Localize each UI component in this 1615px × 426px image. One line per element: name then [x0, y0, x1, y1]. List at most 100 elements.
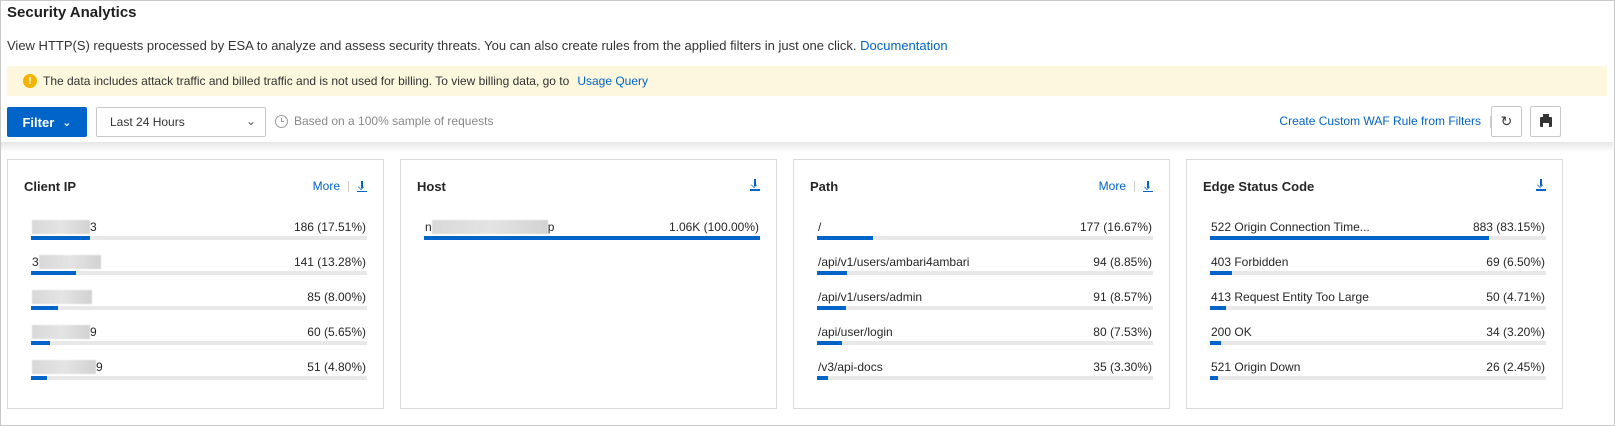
notice-text: The data includes attack traffic and bil… [43, 74, 570, 88]
item-value: 177 (16.67%) [1079, 220, 1152, 234]
card-title: Path [810, 179, 839, 194]
redacted-block [32, 325, 90, 339]
list-item[interactable]: n p 1.06K (100.00%) [424, 220, 760, 240]
label-suffix: 9 [96, 360, 103, 374]
list-item[interactable]: 413 Request Entity Too Large 50 (4.71%) [1210, 290, 1546, 310]
redacted-block [32, 220, 90, 234]
card-actions [1536, 179, 1546, 191]
progress-fill [817, 271, 847, 275]
item-value: 141 (13.28%) [293, 255, 366, 269]
card-path: Path More / 177 (16.67%) /api/v1/users/ambar… [793, 159, 1170, 409]
sample-note: Based on a 100% sample of requests [275, 114, 493, 128]
masked-label: np [425, 220, 554, 234]
card-edge-status-code: Edge Status Code 522 Origin Connection Ti… [1186, 159, 1563, 409]
filter-button[interactable]: Filter ⌄ [7, 107, 87, 137]
progress-fill [1210, 236, 1490, 240]
item-value: 60 (5.65%) [307, 325, 366, 339]
description-text: View HTTP(S) requests processed by ESA t… [7, 38, 857, 53]
create-waf-rule-link[interactable]: Create Custom WAF Rule from Filters [1279, 114, 1481, 128]
card-client-ip: Client IP More 3 186 (17.51%) 3 141 (13.28%) 8… [7, 159, 384, 409]
notice-banner: ! The data includes attack traffic and b… [7, 66, 1607, 96]
item-value: 35 (3.30%) [1093, 360, 1152, 374]
progress-track [31, 236, 367, 240]
progress-track [817, 236, 1153, 240]
progress-fill [817, 376, 829, 380]
list-item[interactable]: 9 60 (5.65%) [31, 325, 367, 345]
item-value: 50 (4.71%) [1486, 290, 1545, 304]
progress-fill [31, 236, 90, 240]
progress-fill [31, 306, 58, 310]
page-description: View HTTP(S) requests processed by ESA t… [7, 38, 948, 53]
list-item[interactable]: /api/v1/users/ambari4ambari 94 (8.85%) [817, 255, 1153, 275]
list-item[interactable]: 521 Origin Down 26 (2.45%) [1210, 360, 1546, 380]
masked-label [32, 290, 92, 304]
clock-icon [275, 114, 288, 128]
toolbar: Filter ⌄ Last 24 Hours ⌄ Based on a 100%… [7, 106, 1607, 140]
item-value: 1.06K (100.00%) [668, 220, 759, 234]
progress-fill [1210, 306, 1226, 310]
printer-icon [1539, 113, 1552, 127]
page-title: Security Analytics [7, 4, 137, 21]
item-value: 186 (17.51%) [293, 220, 366, 234]
list-item[interactable]: 85 (8.00%) [31, 290, 367, 310]
list-item[interactable]: 403 Forbidden 69 (6.50%) [1210, 255, 1546, 275]
redacted-block [431, 220, 548, 234]
download-icon[interactable] [1536, 179, 1546, 191]
card-title: Edge Status Code [1203, 179, 1315, 194]
item-value: 34 (3.20%) [1486, 325, 1545, 339]
divider [348, 180, 349, 192]
item-value: 883 (83.15%) [1472, 220, 1545, 234]
item-value: 51 (4.80%) [307, 360, 366, 374]
item-label: /v3/api-docs [818, 360, 883, 374]
more-link[interactable]: More [1099, 179, 1126, 193]
progress-track [817, 341, 1153, 345]
progress-track [1210, 271, 1546, 275]
more-link[interactable]: More [313, 179, 340, 193]
sample-note-text: Based on a 100% sample of requests [294, 114, 494, 128]
divider [1134, 180, 1135, 192]
label-suffix: 3 [90, 220, 97, 234]
progress-fill [817, 306, 846, 310]
list-item[interactable]: 522 Origin Connection Time... 883 (83.15%… [1210, 220, 1546, 240]
download-icon[interactable] [1143, 180, 1153, 192]
progress-fill [424, 236, 760, 240]
list-item[interactable]: /api/v1/users/admin 91 (8.57%) [817, 290, 1153, 310]
masked-label: 9 [32, 360, 103, 374]
redacted-block [32, 290, 92, 304]
list-item[interactable]: 200 OK 34 (3.20%) [1210, 325, 1546, 345]
usage-query-link[interactable]: Usage Query [577, 74, 648, 88]
documentation-link[interactable]: Documentation [860, 38, 947, 53]
item-label: 521 Origin Down [1211, 360, 1301, 374]
item-value: 80 (7.53%) [1093, 325, 1152, 339]
list-item[interactable]: 3 186 (17.51%) [31, 220, 367, 240]
list-item[interactable]: 9 51 (4.80%) [31, 360, 367, 380]
label-prefix: n [425, 220, 432, 234]
list-item[interactable]: 3 141 (13.28%) [31, 255, 367, 275]
label-suffix: 9 [90, 325, 97, 339]
masked-label: 3 [32, 220, 97, 234]
item-label: 413 Request Entity Too Large [1211, 290, 1369, 304]
masked-label: 3 [32, 255, 101, 269]
card-title: Client IP [24, 179, 77, 194]
progress-track [1210, 376, 1546, 380]
list-item[interactable]: / 177 (16.67%) [817, 220, 1153, 240]
progress-fill [1210, 271, 1232, 275]
download-icon[interactable] [750, 179, 760, 191]
progress-track [817, 376, 1153, 380]
progress-track [817, 271, 1153, 275]
print-button[interactable] [1530, 106, 1561, 137]
refresh-icon: ↻ [1500, 113, 1513, 129]
item-value: 94 (8.85%) [1093, 255, 1152, 269]
list-item[interactable]: /api/user/login 80 (7.53%) [817, 325, 1153, 345]
download-icon[interactable] [357, 180, 367, 192]
refresh-button[interactable]: ↻ [1491, 106, 1522, 137]
time-range-value: Last 24 Hours [110, 115, 185, 129]
chevron-down-icon: ⌄ [62, 116, 72, 129]
item-value: 69 (6.50%) [1486, 255, 1545, 269]
item-value: 91 (8.57%) [1093, 290, 1152, 304]
progress-track [1210, 341, 1546, 345]
progress-fill [817, 236, 873, 240]
time-range-select[interactable]: Last 24 Hours ⌄ [96, 107, 266, 137]
list-item[interactable]: /v3/api-docs 35 (3.30%) [817, 360, 1153, 380]
progress-track [1210, 236, 1546, 240]
